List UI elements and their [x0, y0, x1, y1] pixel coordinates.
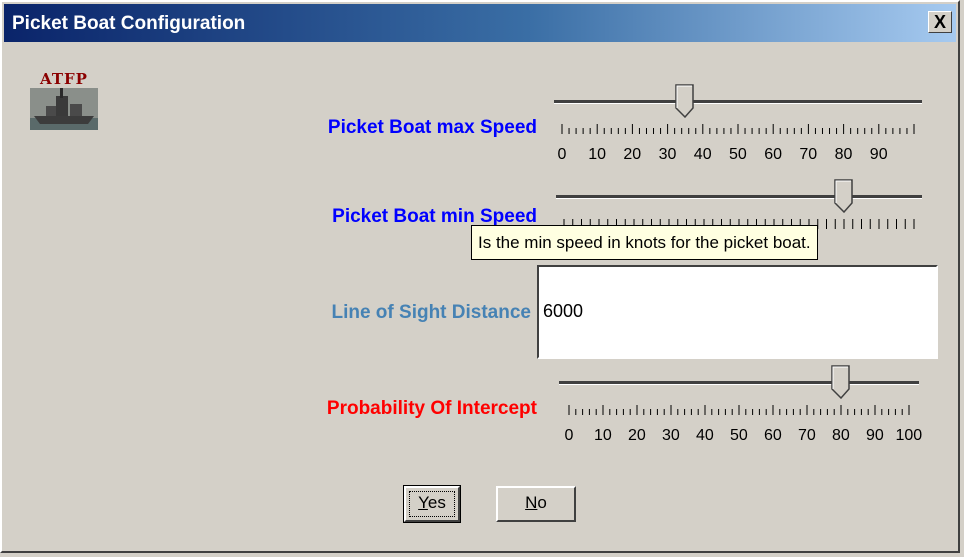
slider-track[interactable]: [556, 195, 922, 199]
slider-ticks: [561, 124, 915, 134]
slider-thumb[interactable]: [675, 84, 695, 118]
min-speed-tooltip: Is the min speed in knots for the picket…: [471, 225, 818, 260]
slider-tick-label: 90: [866, 427, 884, 444]
slider-tick-label: 0: [564, 427, 574, 444]
slider-tick-label: 0: [557, 146, 567, 163]
no-button[interactable]: No: [496, 486, 576, 522]
line-of-sight-input[interactable]: [541, 300, 925, 323]
slider-track[interactable]: [559, 381, 919, 385]
max-speed-slider[interactable]: 0 10 20 30 40 50 60 70 80 90: [554, 84, 922, 164]
slider-tick-label: 10: [588, 146, 606, 163]
yes-button[interactable]: Yes: [403, 485, 461, 523]
window-title: Picket Boat Configuration: [12, 13, 246, 34]
line-of-sight-field[interactable]: [537, 265, 938, 359]
slider-tick-label: 80: [832, 427, 850, 444]
close-button[interactable]: X: [928, 11, 952, 33]
probability-slider[interactable]: 0 10 20 30 40 50 60 70 80 90 100: [559, 365, 922, 445]
slider-track[interactable]: [554, 100, 922, 104]
slider-tick-label: 80: [834, 146, 853, 163]
slider-tick-label: 30: [658, 146, 677, 163]
slider-tick-label: 60: [764, 146, 782, 163]
atfp-logo: ATFP: [30, 70, 98, 132]
yes-label: Yes: [418, 493, 446, 512]
probability-label: Probability Of Intercept: [326, 398, 537, 419]
slider-tick-label: 90: [869, 146, 888, 163]
slider-tick-label: 70: [799, 146, 818, 163]
slider-thumb[interactable]: [834, 179, 854, 213]
slider-thumb[interactable]: [831, 365, 851, 399]
slider-tick-label: 60: [764, 427, 782, 444]
slider-tick-label: 30: [662, 427, 680, 444]
slider-tick-label: 20: [628, 427, 646, 444]
slider-tick-label: 40: [693, 146, 712, 163]
close-icon: X: [933, 12, 946, 32]
slider-tick-label: 50: [729, 146, 747, 163]
line-of-sight-label: Line of Sight Distance: [331, 302, 531, 323]
no-label: No: [525, 493, 547, 512]
slider-tick-label: 50: [730, 427, 748, 444]
slider-tick-label: 40: [696, 427, 714, 444]
slider-tick-label: 70: [798, 427, 816, 444]
slider-tick-label: 20: [623, 146, 642, 163]
warship-icon: [30, 88, 98, 130]
slider-tick-label: 100: [895, 427, 923, 444]
slider-ticks: [568, 405, 910, 415]
title-bar[interactable]: Picket Boat Configuration X: [4, 4, 956, 42]
max-speed-label: Picket Boat max Speed: [327, 117, 537, 138]
slider-tick-label: 10: [594, 427, 612, 444]
